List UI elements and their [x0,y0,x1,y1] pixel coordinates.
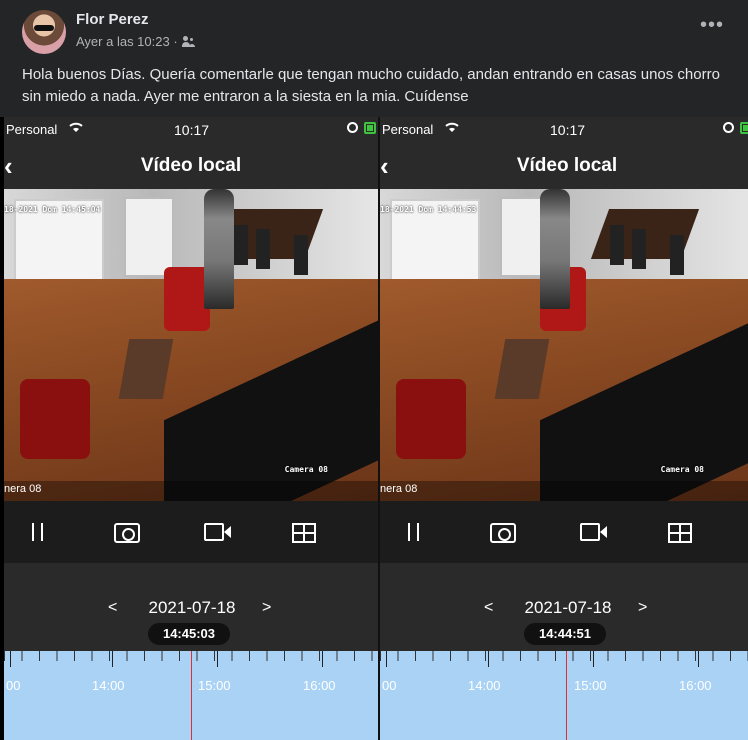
wifi-icon [445,122,459,132]
chair-image [670,235,684,275]
video-frame[interactable]: 18-2021 Dom 14:44:53 Camera 08 nera 08 [380,189,748,501]
grid-view-icon[interactable] [668,523,692,543]
rotation-lock-icon [347,122,358,133]
status-bar: Personal 10:17 [4,117,378,141]
next-day-button[interactable]: > [262,599,271,617]
current-time-badge: 14:45:03 [148,623,230,645]
more-options-button[interactable]: ••• [700,14,724,37]
status-time: 10:17 [174,122,210,138]
video-timestamp-overlay: 18-2021 Dom 14:45:04 [4,205,101,214]
video-timestamp-overlay: 18-2021 Dom 14:44:53 [380,205,477,214]
timeline-label: 00 [382,678,397,693]
timeline-scrubber[interactable]: 00 14:00 15:00 16:00 [380,651,748,740]
grid-view-icon[interactable] [292,523,316,543]
intruder-figure [204,189,234,309]
chair-image [256,229,270,269]
record-video-icon[interactable] [204,523,232,541]
post-timestamp[interactable]: Ayer a las 10:23 · [76,34,178,49]
timeline-ticks [380,651,748,673]
chair-image [294,235,308,275]
record-video-icon[interactable] [580,523,608,541]
rotation-lock-icon [723,122,734,133]
nav-bar: ‹ Vídeo local [380,143,748,189]
post-header: Flor Perez Ayer a las 10:23 · ••• [0,0,748,60]
post-photo[interactable]: Personal 10:17 ‹ Vídeo local 18-2021 Dom… [0,117,748,740]
red-sofa-image [396,379,466,459]
snapshot-icon[interactable] [490,523,516,543]
door-image [124,197,174,277]
chair-image [632,229,646,269]
post-meta: Ayer a las 10:23 · [76,34,196,49]
video-frame[interactable]: 18-2021 Dom 14:45:04 Camera 08 nera 08 [4,189,378,501]
carrier-label: Personal [382,122,434,137]
pause-icon[interactable] [402,521,424,543]
timeline-label: 14:00 [92,678,125,693]
playback-controls [380,501,748,563]
timeline-scrubber[interactable]: 00 14:00 15:00 16:00 [4,651,378,740]
battery-icon [364,122,376,134]
battery-icon [740,122,748,134]
date-navigator: < 2021-07-18 > 14:44:51 [380,563,748,651]
red-sofa-image [20,379,90,459]
prev-day-button[interactable]: < [484,599,493,617]
timeline-cursor[interactable] [566,651,567,740]
next-day-button[interactable]: > [638,599,647,617]
wifi-icon [69,122,83,132]
nav-title: Vídeo local [516,155,618,176]
video-camera-overlay: Camera 08 [660,465,704,474]
intruder-figure [540,189,570,309]
timeline-label: 16:00 [303,678,336,693]
timeline-label: 16:00 [679,678,712,693]
status-time: 10:17 [550,122,586,138]
nav-bar: ‹ Vídeo local [4,143,378,189]
timeline-cursor[interactable] [191,651,192,740]
pause-icon[interactable] [26,521,48,543]
camera-label: nera 08 [4,481,378,501]
nav-title: Vídeo local [140,155,242,176]
post-text: Hola buenos Días. Quería comentarle que … [22,66,720,105]
date-label: 2021-07-18 [524,598,612,617]
chair-image [610,225,624,265]
post-author[interactable]: Flor Perez [76,11,149,28]
timeline-label: 15:00 [198,678,231,693]
date-navigator: < 2021-07-18 > 14:45:03 [4,563,378,651]
video-camera-overlay: Camera 08 [284,465,328,474]
chair-image [234,225,248,265]
timeline-label: 15:00 [574,678,607,693]
phone-screenshot-right: Personal 10:17 ‹ Vídeo local 18-2021 Dom… [380,117,748,740]
status-bar: Personal 10:17 [380,117,748,141]
timeline-label: 00 [6,678,21,693]
snapshot-icon[interactable] [114,523,140,543]
prev-day-button[interactable]: < [108,599,117,617]
current-time-badge: 14:44:51 [524,623,606,645]
friends-icon [181,35,196,48]
avatar[interactable] [22,10,66,54]
carrier-label: Personal [6,122,58,137]
playback-controls [4,501,378,563]
phone-screenshot-left: Personal 10:17 ‹ Vídeo local 18-2021 Dom… [4,117,378,740]
timeline-label: 14:00 [468,678,501,693]
date-label: 2021-07-18 [148,598,236,617]
camera-label: nera 08 [380,481,748,501]
